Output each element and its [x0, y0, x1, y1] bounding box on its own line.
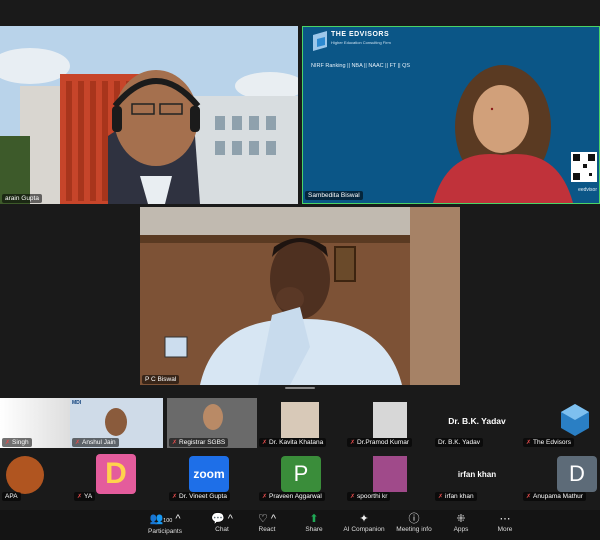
more-icon: ⋯: [499, 513, 511, 525]
gallery-tile[interactable]: D ✗ YA: [72, 452, 165, 502]
resize-handle[interactable]: [285, 387, 315, 389]
gallery-tile[interactable]: ✗ Dr.Pramod Kumar: [345, 398, 433, 448]
gallery-tile[interactable]: irfan khan ✗ irfan khan: [433, 452, 521, 502]
participant-name: P C Biswal: [142, 375, 180, 384]
gallery-tile[interactable]: ✗ Registrar SGBS: [167, 398, 257, 448]
participant-name: arain Gupta: [2, 194, 42, 203]
participant-name: APA: [2, 492, 21, 501]
gallery-tile[interactable]: P ✗ Praveen Aggarwal: [257, 452, 345, 502]
participant-display-name: Dr. B.K. Yadav: [448, 416, 506, 426]
participant-name: ✗ irfan khan: [435, 492, 477, 501]
avatar: P: [281, 456, 321, 492]
participant-name: ✗ Anshul Jain: [72, 438, 119, 447]
video-tile-pc-biswal[interactable]: P C Biswal: [140, 207, 460, 385]
participant-name: ✗ YA: [74, 492, 96, 501]
muted-mic-icon: ✗: [77, 494, 83, 500]
participant-name: ✗ The Edvisors: [523, 438, 574, 447]
edvisors-brand: THE EDVISORS: [331, 31, 390, 38]
participant-name: ✗ Anupama Mathur: [523, 492, 586, 501]
edvisors-background: [303, 27, 599, 203]
chat-icon: 💬 ^: [211, 513, 233, 525]
gallery-tile[interactable]: zoom ✗ Dr. Vineet Gupta: [167, 452, 257, 502]
share-icon: ⬆: [309, 513, 319, 525]
zoom-logo-icon: zoom: [189, 456, 229, 492]
edvisors-logo-icon: [561, 404, 589, 436]
muted-mic-icon: ✗: [5, 440, 11, 446]
participant-name: ✗ spoorthi kr: [347, 492, 391, 501]
more-button[interactable]: ⋯ More: [480, 512, 530, 533]
participant-name: ✗ Dr. Vineet Gupta: [169, 492, 230, 501]
participant-name: ✗ Singh: [2, 438, 32, 447]
gallery-tile[interactable]: ✗ Dr. Kavita Khatana: [257, 398, 345, 448]
avatar: D: [557, 456, 597, 492]
meeting-info-button[interactable]: ⓘ Meeting info: [389, 512, 439, 533]
video-tile-sambedita-biswal[interactable]: THE EDVISORS Higher Education Consulting…: [302, 26, 600, 204]
muted-mic-icon: ✗: [172, 440, 178, 446]
info-icon: ⓘ: [408, 513, 420, 525]
avatar: [105, 408, 127, 436]
edvisors-services: NIRF Ranking || NBA || NAAC || FT || QS: [311, 63, 411, 69]
avatar: D: [96, 454, 136, 494]
qr-caption: eedvisor: [578, 187, 597, 193]
gallery-tile[interactable]: Dr. B.K. Yadav Dr. B.K. Yadav: [433, 398, 521, 448]
gallery-tile[interactable]: ✗ The Edvisors: [521, 398, 600, 448]
participant-name: ✗ Registrar SGBS: [169, 438, 229, 447]
gallery-tile[interactable]: D ✗ Anupama Mathur: [521, 452, 600, 502]
participant-name: ✗ Dr.Pramod Kumar: [347, 438, 413, 447]
participant-name: ✗ Praveen Aggarwal: [259, 492, 325, 501]
participant-name: Dr. B.K. Yadav: [435, 438, 484, 447]
participant-name: Sambedita Biswal: [305, 191, 363, 200]
sparkle-icon: ✦: [359, 513, 369, 525]
edvisors-tagline: Higher Education Consulting Firm: [331, 40, 391, 45]
muted-mic-icon: ✗: [75, 440, 81, 446]
participants-icon: 👥100 ^: [149, 513, 181, 525]
gallery-tile[interactable]: ✗ Singh: [0, 398, 72, 448]
avatar: [203, 404, 223, 430]
apps-icon: ⁜: [456, 513, 466, 525]
muted-mic-icon: ✗: [350, 440, 356, 446]
participants-button[interactable]: 👥100 ^ Participants: [140, 512, 190, 535]
gallery-tile[interactable]: ✗ spoorthi kr: [345, 452, 433, 502]
avatar: [6, 456, 44, 494]
meeting-toolbar: 👥100 ^ Participants 💬 ^ Chat ♡ ^ React ⬆…: [0, 510, 600, 540]
share-button[interactable]: ⬆ Share: [289, 512, 339, 533]
office-background: [140, 207, 460, 385]
muted-mic-icon: ✗: [350, 494, 356, 500]
participant-name: ✗ Dr. Kavita Khatana: [259, 438, 327, 447]
participant-display-name: irfan khan: [457, 470, 497, 479]
building-background: [0, 26, 298, 204]
chat-button[interactable]: 💬 ^ Chat: [197, 512, 247, 533]
muted-mic-icon: ✗: [526, 494, 532, 500]
react-button[interactable]: ♡ ^ React: [242, 512, 292, 533]
muted-mic-icon: ✗: [262, 440, 268, 446]
ai-companion-button[interactable]: ✦ AI Companion: [339, 512, 389, 533]
mdi-logo: MDI: [72, 400, 82, 406]
avatar: [373, 402, 407, 438]
heart-icon: ♡ ^: [257, 513, 277, 525]
muted-mic-icon: ✗: [262, 494, 268, 500]
avatar: [281, 402, 319, 438]
muted-mic-icon: ✗: [172, 494, 178, 500]
gallery-tile[interactable]: MDI ✗ Anshul Jain: [70, 398, 163, 448]
apps-button[interactable]: ⁜ Apps: [436, 512, 486, 533]
muted-mic-icon: ✗: [438, 494, 444, 500]
video-tile-arain-gupta[interactable]: arain Gupta: [0, 26, 298, 204]
avatar: [373, 456, 407, 492]
gallery-tile[interactable]: APA: [0, 452, 72, 502]
muted-mic-icon: ✗: [526, 440, 532, 446]
